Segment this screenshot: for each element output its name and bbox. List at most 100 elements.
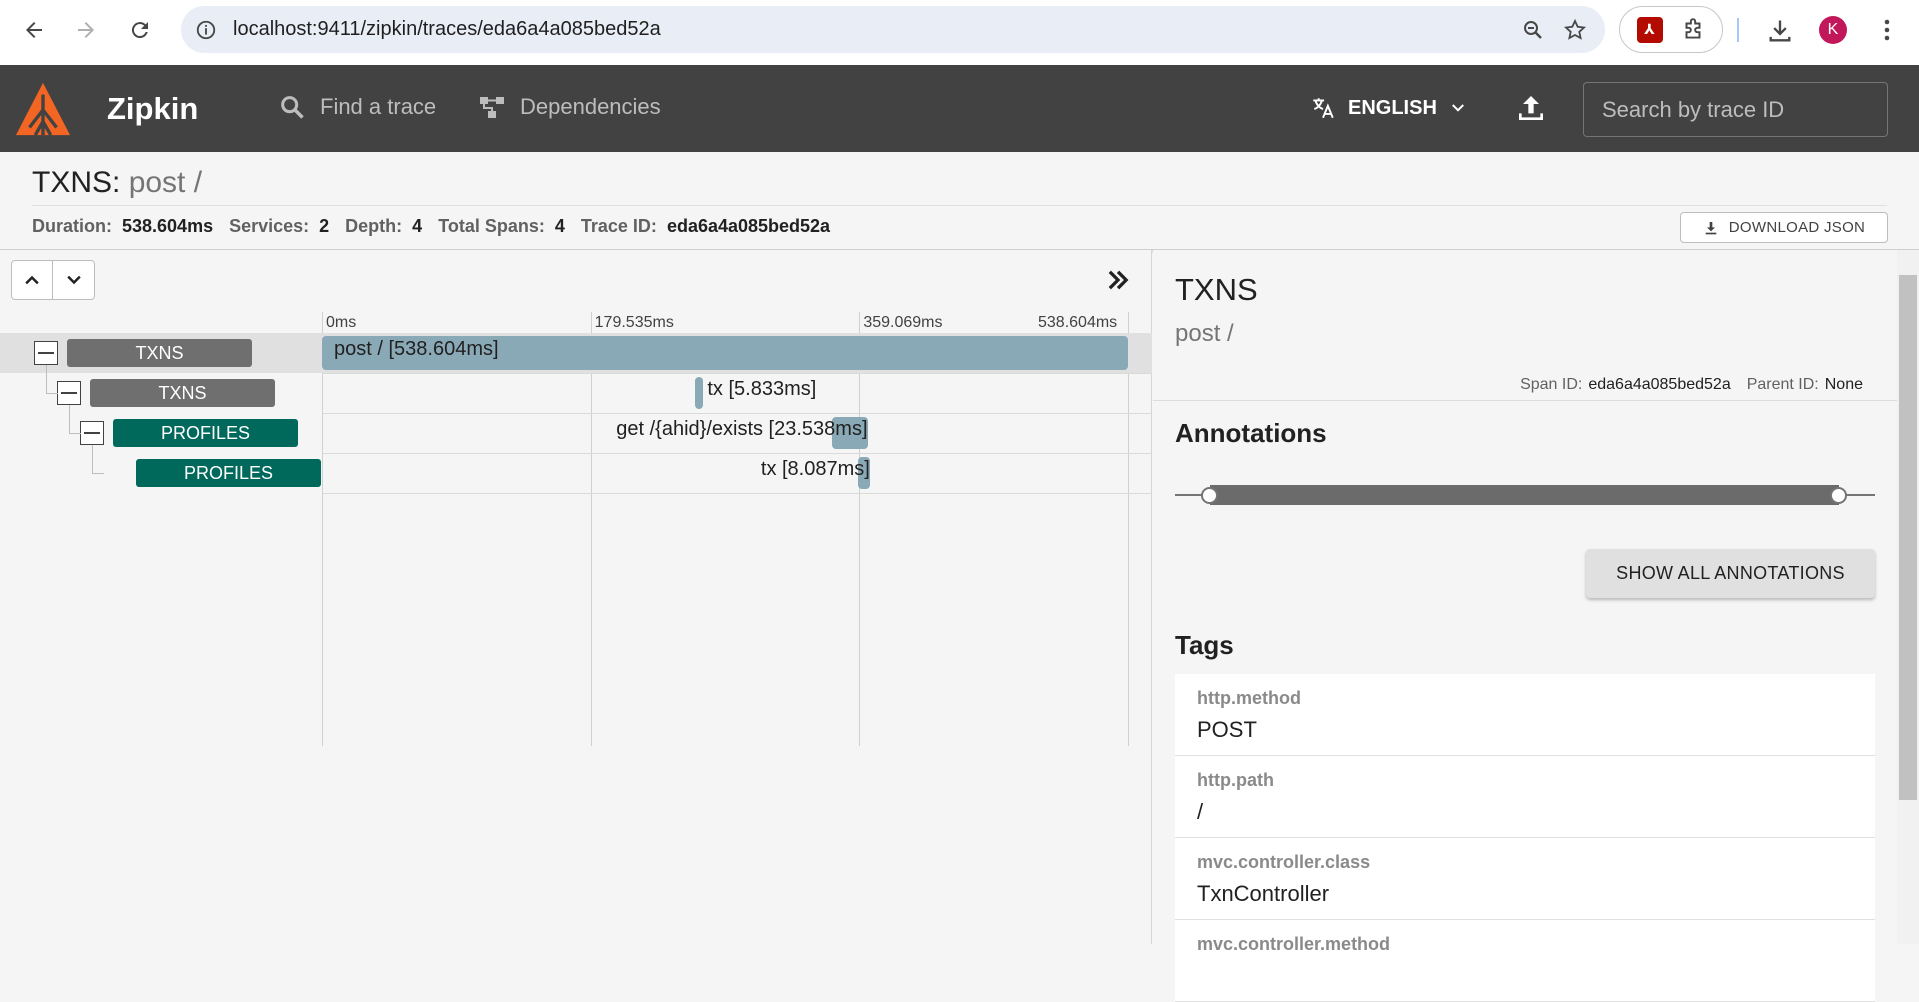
zoom-icon[interactable] [1521,18,1545,42]
span-id-value: eda6a4a085bed52a [1588,376,1731,393]
service-name-badge[interactable]: TXNS [90,379,275,407]
chevron-up-icon [25,275,39,285]
timeline-tick-label: 359.069ms [863,314,943,331]
toolbar-divider [1737,18,1739,42]
span-duration-bar[interactable] [694,377,704,409]
download-icon[interactable] [1766,17,1794,45]
trace-summary-header: TXNS: post / Duration: 538.604ms Service… [0,152,1919,250]
pdf-extension-icon[interactable]: ⅄ [1636,16,1663,43]
upload-json-icon[interactable] [1515,92,1547,124]
trace-root-service: TXNS [32,166,113,199]
parent-id-value: None [1824,376,1863,393]
tree-connector-line [92,445,93,473]
profile-avatar[interactable]: K [1819,16,1847,44]
collapse-span-toggle-icon[interactable] [80,421,104,445]
trace-id-search-input[interactable] [1583,82,1888,137]
parent-id-key: Parent ID: [1746,376,1819,393]
app-header: Zipkin Find a trace Dependencies ENGLISH [0,65,1919,152]
collapse-span-toggle-icon[interactable] [57,381,81,405]
row-navigation-group [11,260,95,300]
reload-icon [131,22,148,39]
stat-total-spans-key: Total Spans: [438,216,545,236]
browser-menu-icon[interactable] [1875,16,1899,44]
stat-services-value: 2 [319,216,330,236]
stat-trace-id-key: Trace ID: [580,216,657,236]
service-name-badge[interactable]: PROFILES [136,459,321,487]
span-detail-service: TXNS [1175,272,1258,307]
service-name-badge[interactable]: PROFILES [113,419,298,447]
stat-services-key: Services: [229,216,310,236]
bookmark-star-icon[interactable] [1563,18,1587,42]
service-name-badge[interactable]: TXNS [67,339,252,367]
tag-key: http.path [1197,770,1274,790]
trace-stats: Duration: 538.604ms Services: 2 Depth: 4… [32,216,836,237]
trace-title: TXNS: post / [32,166,202,200]
arrow-right-icon [78,22,94,38]
nav-dependencies-label: Dependencies [520,94,661,119]
tag-key: http.method [1197,688,1301,708]
search-icon [281,96,304,119]
stat-duration-key: Duration: [32,216,112,236]
tree-connector-line [46,365,47,393]
trace-root-operation: post / [128,166,203,199]
dependencies-icon [480,97,504,118]
tag-key: mvc.controller.class [1197,852,1371,872]
tag-row: mvc.controller.class TxnController [1175,838,1875,920]
span-timeline-panel: 0ms 179.535ms 359.069ms 538.604ms TXNS post /… [0,250,1152,944]
site-info-icon [196,20,216,39]
zipkin-logo-icon[interactable] [14,81,72,139]
translate-icon [1313,98,1334,119]
annotations-heading: Annotations [1175,418,1327,448]
tag-row: mvc.controller.method [1175,920,1875,1002]
puzzle-extensions-icon[interactable] [1680,17,1706,43]
tag-key: mvc.controller.method [1197,934,1391,954]
reload-button[interactable] [120,10,160,50]
title-separator: : [112,166,129,199]
span-name-label: get /{ahid}/exists [23.538ms] [616,418,868,440]
nav-find-trace[interactable]: Find a trace [278,93,436,121]
download-icon [1705,221,1717,234]
timeline-tick-label: 0ms [326,314,357,331]
next-span-button[interactable] [53,261,94,299]
collapse-span-toggle-icon[interactable] [34,341,58,365]
previous-span-button[interactable] [12,261,54,299]
span-detail-panel: TXNS post / Span ID: eda6a4a085bed52a Pa… [1153,250,1897,1002]
span-ids: Span ID: eda6a4a085bed52a Parent ID: Non… [1520,376,1863,394]
tags-heading: Tags [1175,630,1234,660]
stat-trace-id-value: eda6a4a085bed52a [666,216,831,236]
tree-connector-line [46,393,58,394]
tag-value: / [1197,799,1204,824]
stat-duration-value: 538.604ms [122,216,214,236]
arrow-left-icon [26,22,42,38]
tag-row: http.method POST [1175,674,1875,756]
url-text: localhost:9411/zipkin/traces/eda6a4a085b… [233,18,661,40]
chevron-down-icon [1451,104,1464,112]
address-bar[interactable]: localhost:9411/zipkin/traces/eda6a4a085b… [181,6,1605,53]
timeline-tick-label: 538.604ms [1038,314,1118,331]
nav-dependencies[interactable]: Dependencies [478,93,661,121]
annotation-slider-track[interactable] [1210,485,1839,505]
detail-divider [1153,400,1897,401]
detail-scrollbar-thumb[interactable] [1899,275,1917,800]
language-label: ENGLISH [1348,96,1437,119]
download-json-label: DOWNLOAD JSON [1728,219,1866,236]
span-id-key: Span ID: [1520,376,1583,393]
tag-row: http.path / [1175,756,1875,838]
tree-connector-line [69,405,70,433]
language-selector[interactable]: ENGLISH [1310,95,1467,121]
back-button[interactable] [14,10,54,50]
download-json-button[interactable]: DOWNLOAD JSON [1680,212,1888,243]
tree-connector-line [69,433,81,434]
annotation-slider-start-thumb[interactable] [1201,487,1218,504]
show-all-annotations-button[interactable]: SHOW ALL ANNOTATIONS [1586,549,1875,598]
chevron-down-icon [66,275,81,285]
span-detail-operation: post / [1175,320,1234,347]
annotation-slider-end-thumb[interactable] [1830,487,1847,504]
tags-list: http.method POST http.path / mvc.control… [1175,674,1875,1002]
span-name-label: post / [538.604ms] [334,338,499,360]
forward-button[interactable] [66,10,106,50]
collapse-detail-panel-icon[interactable] [1104,266,1132,294]
tag-value: TxnController [1197,881,1330,906]
span-row-divider [322,493,1152,494]
brand-name[interactable]: Zipkin [107,91,198,127]
